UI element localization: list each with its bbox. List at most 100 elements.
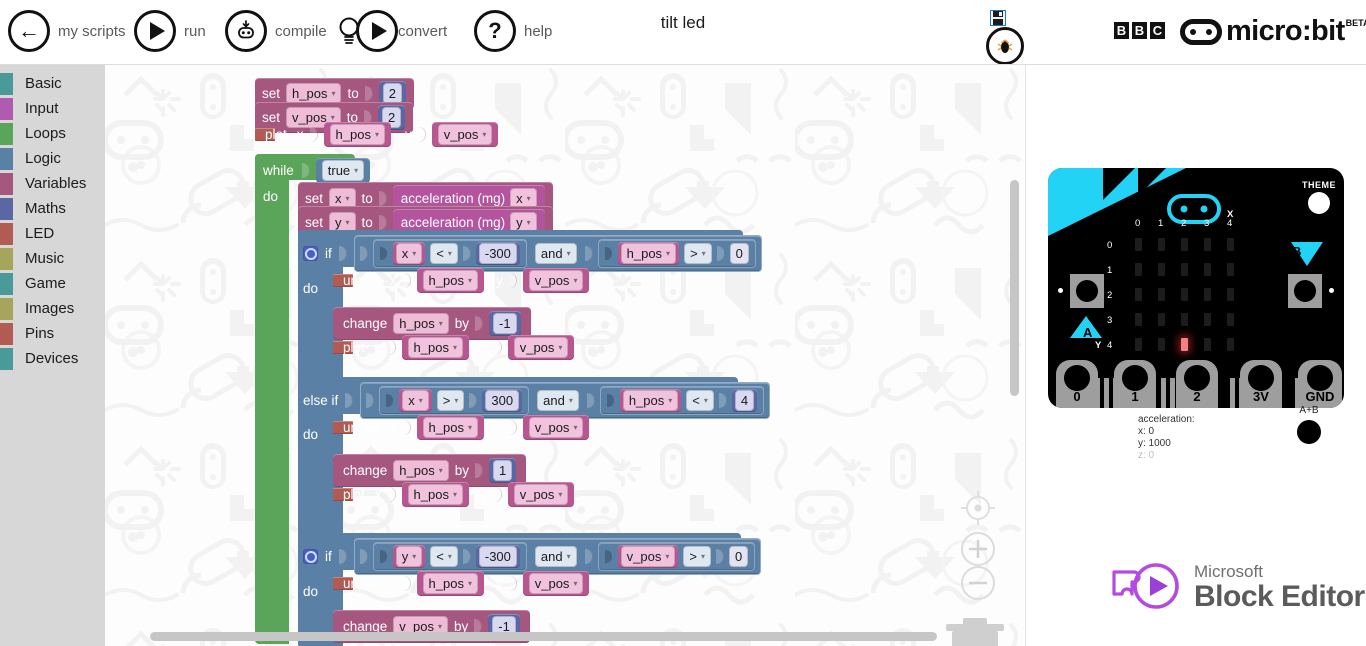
operator-dropdown[interactable]: < ▾ bbox=[430, 243, 458, 264]
led-0-0[interactable] bbox=[1135, 238, 1142, 251]
variable-dropdown[interactable]: y ▾ bbox=[395, 546, 423, 567]
variable-reporter[interactable]: h_pos ▾ bbox=[323, 122, 391, 147]
pin-1[interactable]: 1 bbox=[1114, 360, 1156, 408]
variable-dropdown[interactable]: h_pos ▾ bbox=[329, 124, 385, 145]
variable-reporter[interactable]: v_pos ▾ bbox=[507, 335, 575, 360]
number-field[interactable]: 2 bbox=[382, 83, 402, 104]
variable-reporter[interactable]: v_pos ▾ bbox=[522, 415, 590, 440]
variable-dropdown[interactable]: v_pos ▾ bbox=[513, 484, 569, 505]
zoom-out-icon[interactable] bbox=[958, 563, 998, 603]
comparison-block[interactable]: h_pos ▾ > ▾ 0 bbox=[597, 239, 756, 268]
bug-icon[interactable] bbox=[986, 27, 1024, 65]
convert-play-icon[interactable] bbox=[356, 10, 398, 52]
led-0-4[interactable] bbox=[1135, 338, 1142, 351]
led-1-2[interactable] bbox=[1158, 288, 1165, 301]
conjunction-dropdown[interactable]: and ▾ bbox=[537, 390, 579, 411]
block-plot-initial[interactable]: plot x h_pos ▾ y v_pos ▾ bbox=[255, 122, 499, 147]
boolean-true-block[interactable]: true ▾ bbox=[315, 158, 371, 183]
toolbox-item-game[interactable]: Game bbox=[0, 271, 105, 296]
variable-dropdown[interactable]: h_pos ▾ bbox=[393, 460, 449, 481]
gear-icon[interactable] bbox=[303, 246, 318, 261]
and-block[interactable]: x ▾ > ▾ 300 and ▾ h_pos ▾ < ▾ 4 bbox=[360, 382, 771, 419]
toolbox-item-input[interactable]: Input bbox=[0, 96, 105, 121]
variable-dropdown[interactable]: h_pos ▾ bbox=[393, 313, 449, 334]
variable-dropdown[interactable]: h_pos ▾ bbox=[407, 484, 463, 505]
led-2-4[interactable] bbox=[1181, 338, 1188, 351]
led-3-3[interactable] bbox=[1204, 313, 1211, 326]
variable-dropdown[interactable]: h_pos ▾ bbox=[407, 337, 463, 358]
number-block[interactable]: 1 bbox=[489, 458, 517, 483]
debug-button[interactable] bbox=[986, 27, 1024, 65]
button-b[interactable] bbox=[1288, 274, 1322, 308]
variable-reporter[interactable]: v_pos ▾ bbox=[617, 545, 679, 568]
led-4-2[interactable] bbox=[1227, 288, 1234, 301]
number-field[interactable]: 0 bbox=[729, 243, 749, 264]
led-4-3[interactable] bbox=[1227, 313, 1234, 326]
block-plot[interactable]: plot x h_pos ▾ y v_pos ▾ bbox=[333, 482, 575, 507]
button-ab[interactable] bbox=[1297, 420, 1321, 444]
variable-reporter[interactable]: v_pos ▾ bbox=[507, 482, 575, 507]
variable-dropdown[interactable]: v_pos ▾ bbox=[620, 546, 676, 567]
toolbox-item-led[interactable]: LED bbox=[0, 221, 105, 246]
variable-dropdown[interactable]: h_pos ▾ bbox=[422, 270, 478, 291]
variable-dropdown[interactable]: h_pos ▾ bbox=[620, 243, 677, 264]
variable-reporter[interactable]: h_pos ▾ bbox=[416, 415, 484, 440]
variable-reporter[interactable]: h_pos ▾ bbox=[416, 571, 484, 596]
number-field[interactable]: 1 bbox=[493, 460, 513, 481]
operator-dropdown[interactable]: < ▾ bbox=[430, 546, 458, 567]
variable-dropdown[interactable]: v_pos ▾ bbox=[528, 573, 584, 594]
and-block[interactable]: x ▾ < ▾ -300 and ▾ h_pos ▾ > ▾ 0 bbox=[353, 235, 762, 272]
comparison-block[interactable]: h_pos ▾ < ▾ 4 bbox=[599, 386, 765, 415]
number-block[interactable]: 300 bbox=[482, 389, 523, 412]
help-button[interactable]: ? help bbox=[474, 4, 552, 58]
led-4-4[interactable] bbox=[1227, 338, 1234, 351]
variable-reporter[interactable]: h_pos ▾ bbox=[401, 335, 469, 360]
play-icon[interactable] bbox=[134, 10, 176, 52]
led-2-3[interactable] bbox=[1181, 313, 1188, 326]
led-2-0[interactable] bbox=[1181, 238, 1188, 251]
led-1-0[interactable] bbox=[1158, 238, 1165, 251]
led-0-1[interactable] bbox=[1135, 263, 1142, 276]
pin-0[interactable]: 0 bbox=[1056, 360, 1098, 408]
variable-dropdown[interactable]: v_pos ▾ bbox=[528, 417, 584, 438]
variable-reporter[interactable]: x ▾ bbox=[399, 389, 432, 412]
comparison-block[interactable]: x ▾ < ▾ -300 bbox=[372, 239, 527, 268]
gear-icon[interactable] bbox=[303, 549, 318, 564]
toolbox-item-basic[interactable]: Basic bbox=[0, 71, 105, 96]
toolbox-item-logic[interactable]: Logic bbox=[0, 146, 105, 171]
robot-download-icon[interactable] bbox=[225, 10, 267, 52]
variable-dropdown[interactable]: h_pos ▾ bbox=[286, 83, 342, 104]
block-plot[interactable]: plot x h_pos ▾ y v_pos ▾ bbox=[333, 335, 575, 360]
block-workspace[interactable]: set h_pos ▾ to 2 set v_pos ▾ to 2 plot x… bbox=[105, 65, 1025, 646]
variable-reporter[interactable]: h_pos ▾ bbox=[416, 268, 484, 293]
toolbox-item-images[interactable]: Images bbox=[0, 296, 105, 321]
operator-dropdown[interactable]: > ▾ bbox=[436, 390, 465, 411]
and-block[interactable]: y ▾ < ▾ -300 and ▾ v_pos ▾ > ▾ 0 bbox=[353, 538, 762, 575]
led-3-4[interactable] bbox=[1204, 338, 1211, 351]
block-unplot[interactable]: unplot x h_pos ▾ y v_pos ▾ bbox=[333, 415, 590, 440]
conjunction-dropdown[interactable]: and ▾ bbox=[534, 546, 577, 567]
operator-dropdown[interactable]: < ▾ bbox=[686, 390, 714, 411]
conjunction-dropdown[interactable]: and ▾ bbox=[534, 243, 577, 264]
block-unplot[interactable]: unplot x h_pos ▾ y v_pos ▾ bbox=[333, 268, 590, 293]
variable-dropdown[interactable]: h_pos ▾ bbox=[422, 417, 478, 438]
number-field[interactable]: 4 bbox=[734, 390, 755, 411]
convert-button[interactable]: convert bbox=[336, 4, 447, 58]
number-block[interactable]: -300 bbox=[475, 545, 520, 568]
led-3-1[interactable] bbox=[1204, 263, 1211, 276]
led-0-2[interactable] bbox=[1135, 288, 1142, 301]
number-field[interactable]: 300 bbox=[485, 390, 520, 411]
led-0-3[interactable] bbox=[1135, 313, 1142, 326]
save-icon[interactable] bbox=[989, 9, 1007, 27]
compile-button[interactable]: compile bbox=[225, 4, 327, 58]
number-field[interactable]: -1 bbox=[493, 313, 517, 334]
variable-reporter[interactable]: y ▾ bbox=[392, 545, 426, 568]
variable-dropdown[interactable]: x ▾ bbox=[402, 390, 429, 411]
toolbox-item-music[interactable]: Music bbox=[0, 246, 105, 271]
variable-dropdown[interactable]: h_pos ▾ bbox=[422, 573, 478, 594]
variable-dropdown[interactable]: v_pos ▾ bbox=[513, 337, 569, 358]
variable-dropdown[interactable]: v_pos ▾ bbox=[437, 124, 493, 145]
trash-icon[interactable] bbox=[935, 605, 1015, 646]
comparison-block[interactable]: v_pos ▾ > ▾ 0 bbox=[597, 542, 756, 571]
variable-dropdown[interactable]: v_pos ▾ bbox=[528, 270, 584, 291]
